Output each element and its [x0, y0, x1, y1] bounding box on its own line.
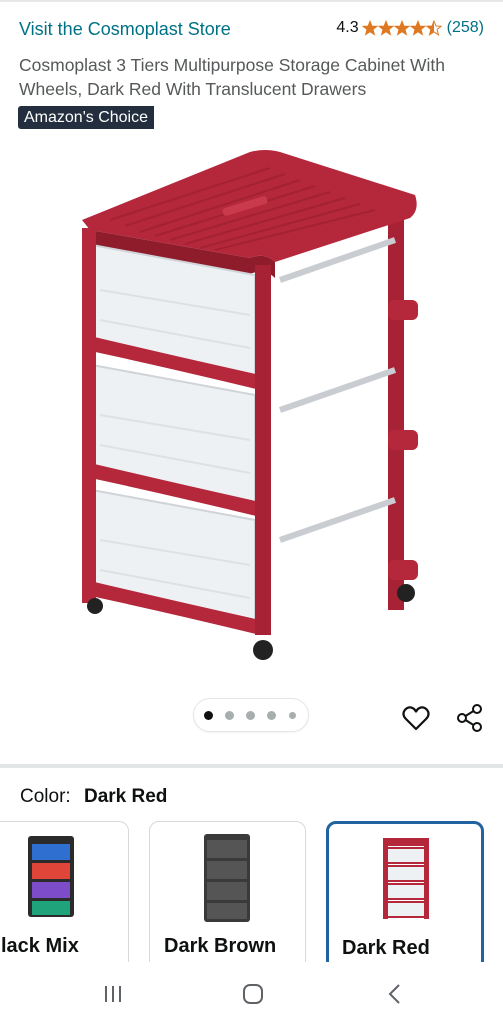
swatch-black-mix-image — [28, 836, 74, 917]
half-star-icon — [425, 20, 442, 36]
swatch-dark-brown[interactable]: Dark Brown — [149, 821, 306, 971]
cabinet-back-leg — [388, 200, 404, 610]
store-link[interactable]: Visit the Cosmoplast Store — [19, 19, 231, 40]
system-nav-bar — [0, 962, 503, 1024]
share-button[interactable] — [455, 703, 485, 733]
wheel — [253, 640, 273, 660]
swatch-black-mix[interactable]: lack Mix — [0, 821, 129, 971]
cabinet-front-leg — [82, 228, 96, 603]
product-title: Cosmoplast 3 Tiers Multipurpose Storage … — [19, 55, 446, 99]
star-icon — [409, 20, 426, 36]
swatch-dark-red[interactable]: Dark Red — [326, 821, 484, 971]
rating-value: 4.3 — [336, 19, 359, 36]
rating-summary[interactable]: 4.3 (258) — [336, 19, 484, 37]
swatch-black-mix-label: lack Mix — [1, 935, 79, 957]
back-icon[interactable] — [384, 982, 406, 1006]
stars-icon — [361, 20, 442, 36]
cabinet-front-leg — [255, 265, 271, 635]
top-divider — [0, 0, 503, 2]
recent-apps-icon[interactable] — [102, 983, 124, 1005]
color-row: Color: Dark Red — [20, 786, 167, 808]
pager-dot[interactable] — [289, 712, 296, 719]
color-selected-value: Dark Red — [83, 786, 168, 807]
wishlist-button[interactable] — [401, 703, 431, 733]
color-label: Color: — [20, 786, 71, 807]
product-image[interactable] — [70, 140, 440, 680]
section-divider — [0, 764, 503, 768]
home-icon[interactable] — [241, 982, 265, 1006]
star-icon — [377, 20, 394, 36]
star-icon — [393, 20, 410, 36]
pager-dot[interactable] — [225, 711, 234, 720]
star-rating — [361, 20, 442, 36]
share-icon — [457, 704, 482, 732]
amazons-choice-badge: Amazon's Choice — [18, 106, 154, 129]
drawer-3 — [86, 488, 260, 635]
pager-dot-active[interactable] — [204, 711, 213, 720]
star-icon — [361, 20, 378, 36]
store-row: Visit the Cosmoplast Store 4.3 (258) — [19, 18, 484, 42]
image-pager[interactable] — [193, 698, 309, 732]
swatch-dark-brown-label: Dark Brown — [164, 935, 277, 957]
pager-dot[interactable] — [246, 711, 255, 720]
pager-dot[interactable] — [267, 711, 276, 720]
heart-icon — [402, 706, 430, 731]
swatch-dark-red-image — [383, 838, 429, 919]
rating-count[interactable]: (258) — [447, 19, 484, 37]
swatch-dark-brown-image — [204, 834, 250, 922]
swatch-dark-red-label: Dark Red — [342, 937, 430, 959]
